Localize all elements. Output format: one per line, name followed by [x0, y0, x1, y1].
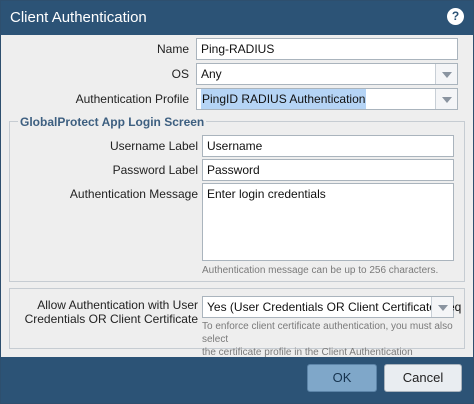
chevron-down-icon	[442, 72, 452, 78]
chevron-down-icon	[442, 97, 452, 103]
auth-profile-label: Authentication Profile	[75, 92, 189, 106]
dialog-title: Client Authentication	[10, 9, 147, 26]
auth-message-label: Authentication Message	[69, 187, 198, 201]
dialog-titlebar: Client Authentication ?	[1, 1, 473, 35]
cancel-button[interactable]: Cancel	[384, 364, 462, 392]
ok-button[interactable]: OK	[307, 364, 377, 392]
os-select-value: Any	[201, 67, 222, 81]
allow-auth-select[interactable]: Yes (User Credentials OR Client Certific…	[202, 296, 461, 318]
allow-auth-dropdown-button[interactable]	[431, 297, 453, 317]
help-icon[interactable]: ?	[447, 8, 464, 25]
login-screen-group: GlobalProtect App Login Screen Username …	[9, 115, 465, 282]
os-dropdown-button[interactable]	[435, 64, 457, 84]
auth-profile-dropdown-button[interactable]	[435, 89, 457, 109]
allow-auth-label-line1: Allow Authentication with User	[37, 298, 198, 312]
password-label-input[interactable]: Password	[202, 159, 454, 181]
allow-auth-label: Allow Authentication with User Credentia…	[14, 298, 198, 326]
dialog-footer: OK Cancel	[1, 357, 473, 403]
username-label-input[interactable]: Username	[202, 135, 454, 157]
password-label-label: Password Label	[112, 163, 198, 177]
os-label: OS	[171, 67, 189, 81]
cert-hint-line1: To enforce client certificate authentica…	[202, 321, 453, 345]
cert-option-group: Allow Authentication with User Credentia…	[9, 288, 465, 371]
auth-profile-select[interactable]: PingID RADIUS Authentication	[196, 88, 458, 110]
allow-auth-label-line2: Credentials OR Client Certificate	[24, 312, 198, 326]
auth-message-hint: Authentication message can be up to 256 …	[202, 265, 439, 276]
os-select[interactable]: Any	[196, 63, 458, 85]
name-input[interactable]: Ping-RADIUS	[196, 38, 458, 60]
allow-auth-select-value: Yes (User Credentials OR Client Certific…	[207, 300, 462, 314]
name-label: Name	[156, 42, 189, 56]
chevron-down-icon	[438, 305, 448, 311]
auth-profile-select-value: PingID RADIUS Authentication	[201, 89, 367, 109]
group-title: GlobalProtect App Login Screen	[18, 115, 207, 129]
username-label-label: Username Label	[109, 139, 198, 153]
client-authentication-dialog: Client Authentication ? Name Ping-RADIUS…	[0, 0, 474, 404]
auth-message-textarea[interactable]: Enter login credentials	[202, 183, 454, 261]
